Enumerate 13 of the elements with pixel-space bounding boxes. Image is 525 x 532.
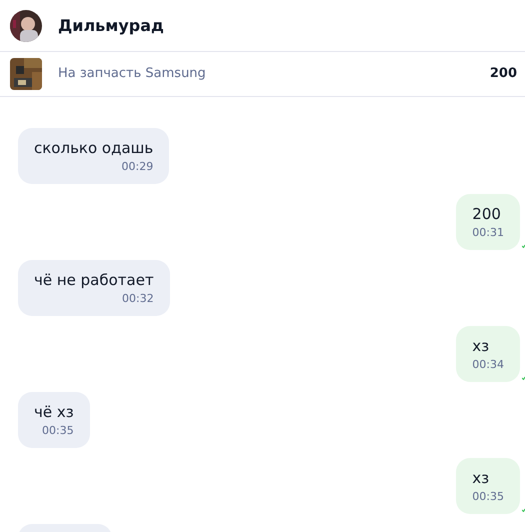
- message-bubble: хз 00:35: [456, 458, 520, 514]
- avatar-image: [10, 10, 42, 42]
- check-icon: [522, 376, 525, 380]
- contact-name: Дильмурад: [58, 14, 164, 36]
- message-bubble: сколько одашь 00:29: [18, 128, 170, 184]
- message-bubble: 200 00:31: [456, 194, 520, 250]
- message-bubble: чё хз 00:35: [18, 392, 90, 448]
- listing-title[interactable]: На запчасть Samsung: [58, 64, 206, 84]
- check-icon: [522, 244, 525, 248]
- check-icon: [522, 508, 525, 512]
- message-bubble: хз 00:34: [456, 326, 520, 382]
- message-bubble: чё не работает 00:32: [18, 260, 170, 316]
- listing-price: 200: [490, 65, 517, 84]
